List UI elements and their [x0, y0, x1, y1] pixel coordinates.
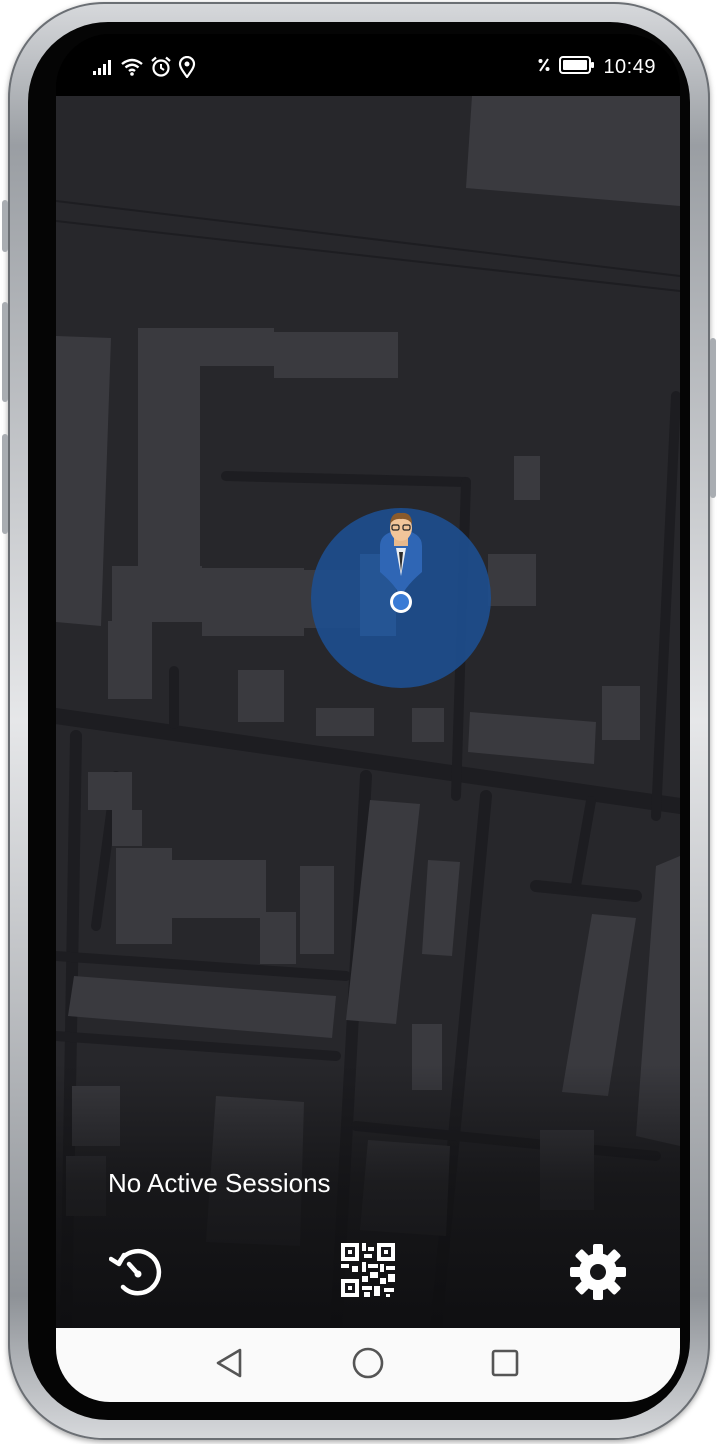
location-icon [178, 55, 196, 83]
building [68, 976, 336, 1038]
building [422, 860, 460, 956]
street [221, 471, 471, 487]
recents-square-icon [490, 1348, 520, 1383]
building [112, 566, 202, 622]
wifi-icon [120, 57, 144, 82]
qr-code-icon [340, 1242, 396, 1303]
history-icon [108, 1243, 167, 1306]
status-left-icons [92, 55, 196, 83]
building [56, 336, 111, 626]
status-bar: 10:49 [56, 34, 680, 96]
building [200, 328, 274, 366]
building [202, 568, 304, 636]
nav-recents-button[interactable] [482, 1342, 528, 1388]
gear-icon [569, 1243, 627, 1306]
qr-code-button[interactable] [338, 1242, 398, 1302]
building [316, 708, 374, 736]
status-right-icons: 10:49 [537, 56, 656, 79]
street-line [56, 200, 680, 277]
building [514, 456, 540, 500]
system-navigation-bar [56, 1328, 680, 1402]
back-triangle-icon [214, 1347, 244, 1384]
building [168, 860, 266, 918]
building [274, 332, 398, 378]
building [88, 772, 132, 810]
session-status-text: No Active Sessions [108, 1168, 331, 1198]
building [138, 328, 200, 568]
street [651, 391, 680, 821]
power-button [710, 338, 716, 498]
building [116, 848, 172, 944]
building [468, 712, 596, 764]
settings-button[interactable] [568, 1243, 628, 1306]
street-line [56, 220, 680, 292]
alarm-icon [150, 56, 172, 83]
street [56, 1031, 341, 1061]
data-saver-icon [537, 56, 551, 79]
building [412, 708, 444, 742]
street [571, 796, 596, 891]
volume-button [2, 200, 8, 252]
building [466, 96, 680, 206]
building [488, 554, 536, 606]
battery-icon [559, 56, 595, 79]
nav-home-button[interactable] [345, 1342, 391, 1388]
street [56, 951, 351, 981]
signal-icon [92, 58, 114, 81]
nav-back-button[interactable] [206, 1342, 252, 1388]
building [300, 866, 334, 954]
street [530, 880, 642, 902]
phone-frame: 10:49 No Active Sessions [2, 2, 716, 1440]
building [112, 810, 142, 846]
side-button-lower [2, 434, 8, 534]
home-circle-icon [351, 1346, 385, 1385]
building [260, 912, 296, 964]
status-time: 10:49 [603, 56, 656, 78]
side-button-upper [2, 302, 8, 402]
building [238, 670, 284, 722]
screen: 10:49 No Active Sessions [56, 34, 680, 1402]
building [602, 686, 640, 740]
history-button[interactable] [108, 1244, 168, 1304]
building [108, 621, 152, 699]
